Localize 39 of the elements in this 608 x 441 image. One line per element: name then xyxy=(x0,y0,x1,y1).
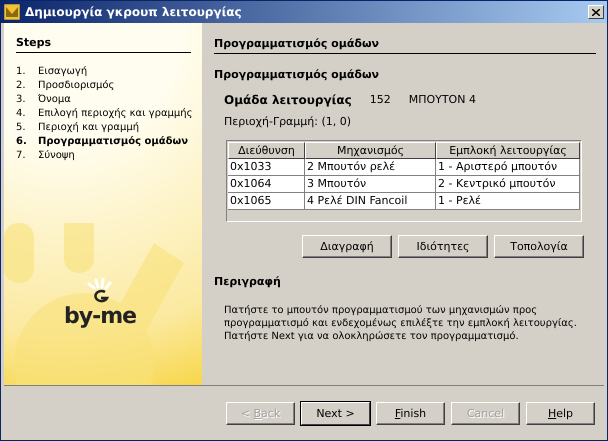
step-item: 1. Εισαγωγή xyxy=(16,65,88,79)
group-number: 152 xyxy=(370,93,391,107)
area-line-text: Περιοχή-Γραμμή: (1, 0) xyxy=(224,115,352,128)
group-label: Ομάδα λειτουργίας xyxy=(224,93,352,107)
column-header[interactable]: Εμπλοκή λειτουργίας xyxy=(436,142,580,159)
table-cell: 0x1064 xyxy=(228,176,305,193)
column-header[interactable]: Μηχανισμός xyxy=(305,142,436,159)
wizard-button[interactable]: Finish xyxy=(376,402,445,425)
table-cell: 1 - Ρελέ xyxy=(436,193,580,210)
section-title: Προγραμματισμός ομάδων xyxy=(214,68,380,81)
close-icon xyxy=(592,8,600,16)
steps-title: Steps xyxy=(16,36,191,53)
group-name: ΜΠΟΥΤΟΝ 4 xyxy=(408,93,476,107)
table-cell: 2 - Κεντρικό μπουτόν xyxy=(436,176,580,193)
table-cell: 1 - Αριστερό μπουτόν xyxy=(436,159,580,176)
page-header: Προγραμματισμός ομάδων xyxy=(214,37,596,54)
table-cell: 2 Μπουτόν ρελέ xyxy=(305,159,436,176)
wizard-button[interactable]: Help xyxy=(526,402,595,425)
step-item: 5. Περιοχή και γραμμή xyxy=(16,121,140,135)
close-button[interactable] xyxy=(588,5,604,19)
column-header[interactable]: Διεύθυνση xyxy=(228,142,305,159)
wizard-button[interactable]: Next > xyxy=(301,402,370,425)
action-button[interactable]: Ιδιότητες xyxy=(398,235,488,258)
action-button[interactable]: Διαγραφή xyxy=(302,235,392,258)
app-icon xyxy=(4,4,20,20)
step-item: 7. Σύνοψη xyxy=(16,149,76,163)
action-button[interactable]: Τοπολογία xyxy=(494,235,584,258)
table-cell: 0x1065 xyxy=(228,193,305,210)
logo-text: by-me xyxy=(64,304,136,329)
table-cell: 3 Μπουτόν xyxy=(305,176,436,193)
table-cell: 0x1033 xyxy=(228,159,305,176)
step-item: 2. Προσδιορισμός xyxy=(16,79,116,93)
step-item: 4. Επιλογή περιοχής και γραμμής xyxy=(16,107,191,121)
step-item: 6. Προγραμματισμός ομάδων xyxy=(16,135,189,149)
description-title: Περιγραφή xyxy=(214,275,282,288)
table-cell: 4 Ρελέ DIN Fancoil xyxy=(305,193,436,210)
window-title: Δημιουργία γκρουπ λειτουργίας xyxy=(25,5,243,19)
description-text: Πατήστε το μπουτόν προγραμματισμού των μηχανισμών προς προγραμματισμό και ενδεχομένως επιλέξτε την εμπλοκή λειτουργίας. Πατήστε Next για να ολοκληρώσετε τον προγραμματισμό. xyxy=(224,304,578,343)
step-item: 3. Όνομα xyxy=(16,93,72,107)
